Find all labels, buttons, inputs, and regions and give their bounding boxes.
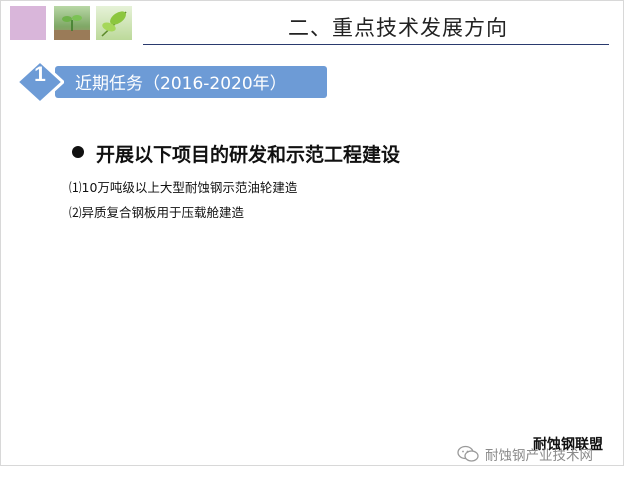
watermark: 耐蚀钢产业技术网 bbox=[457, 443, 617, 465]
wechat-icon bbox=[457, 445, 479, 462]
page-title: 二、重点技术发展方向 bbox=[288, 16, 508, 40]
list-item: ⑵异质复合钢板用于压载舱建造 bbox=[69, 205, 245, 220]
title-underline bbox=[143, 44, 609, 45]
list-item: ⑴10万吨级以上大型耐蚀钢示范油轮建造 bbox=[69, 180, 298, 195]
leaf-image bbox=[96, 6, 132, 40]
section-number: 1 bbox=[34, 63, 46, 86]
section-label: 近期任务（2016-2020年） bbox=[75, 74, 287, 94]
bullet-heading: 开展以下项目的研发和示范工程建设 bbox=[96, 144, 401, 166]
bullet-dot-icon bbox=[72, 146, 84, 158]
decor-square-pink bbox=[10, 6, 46, 40]
slide: 二、重点技术发展方向 1 近期任务（2016-2020年） 开展以下项目的研发和… bbox=[0, 0, 624, 466]
seedling-image bbox=[54, 6, 90, 40]
watermark-text: 耐蚀钢产业技术网 bbox=[485, 448, 593, 464]
